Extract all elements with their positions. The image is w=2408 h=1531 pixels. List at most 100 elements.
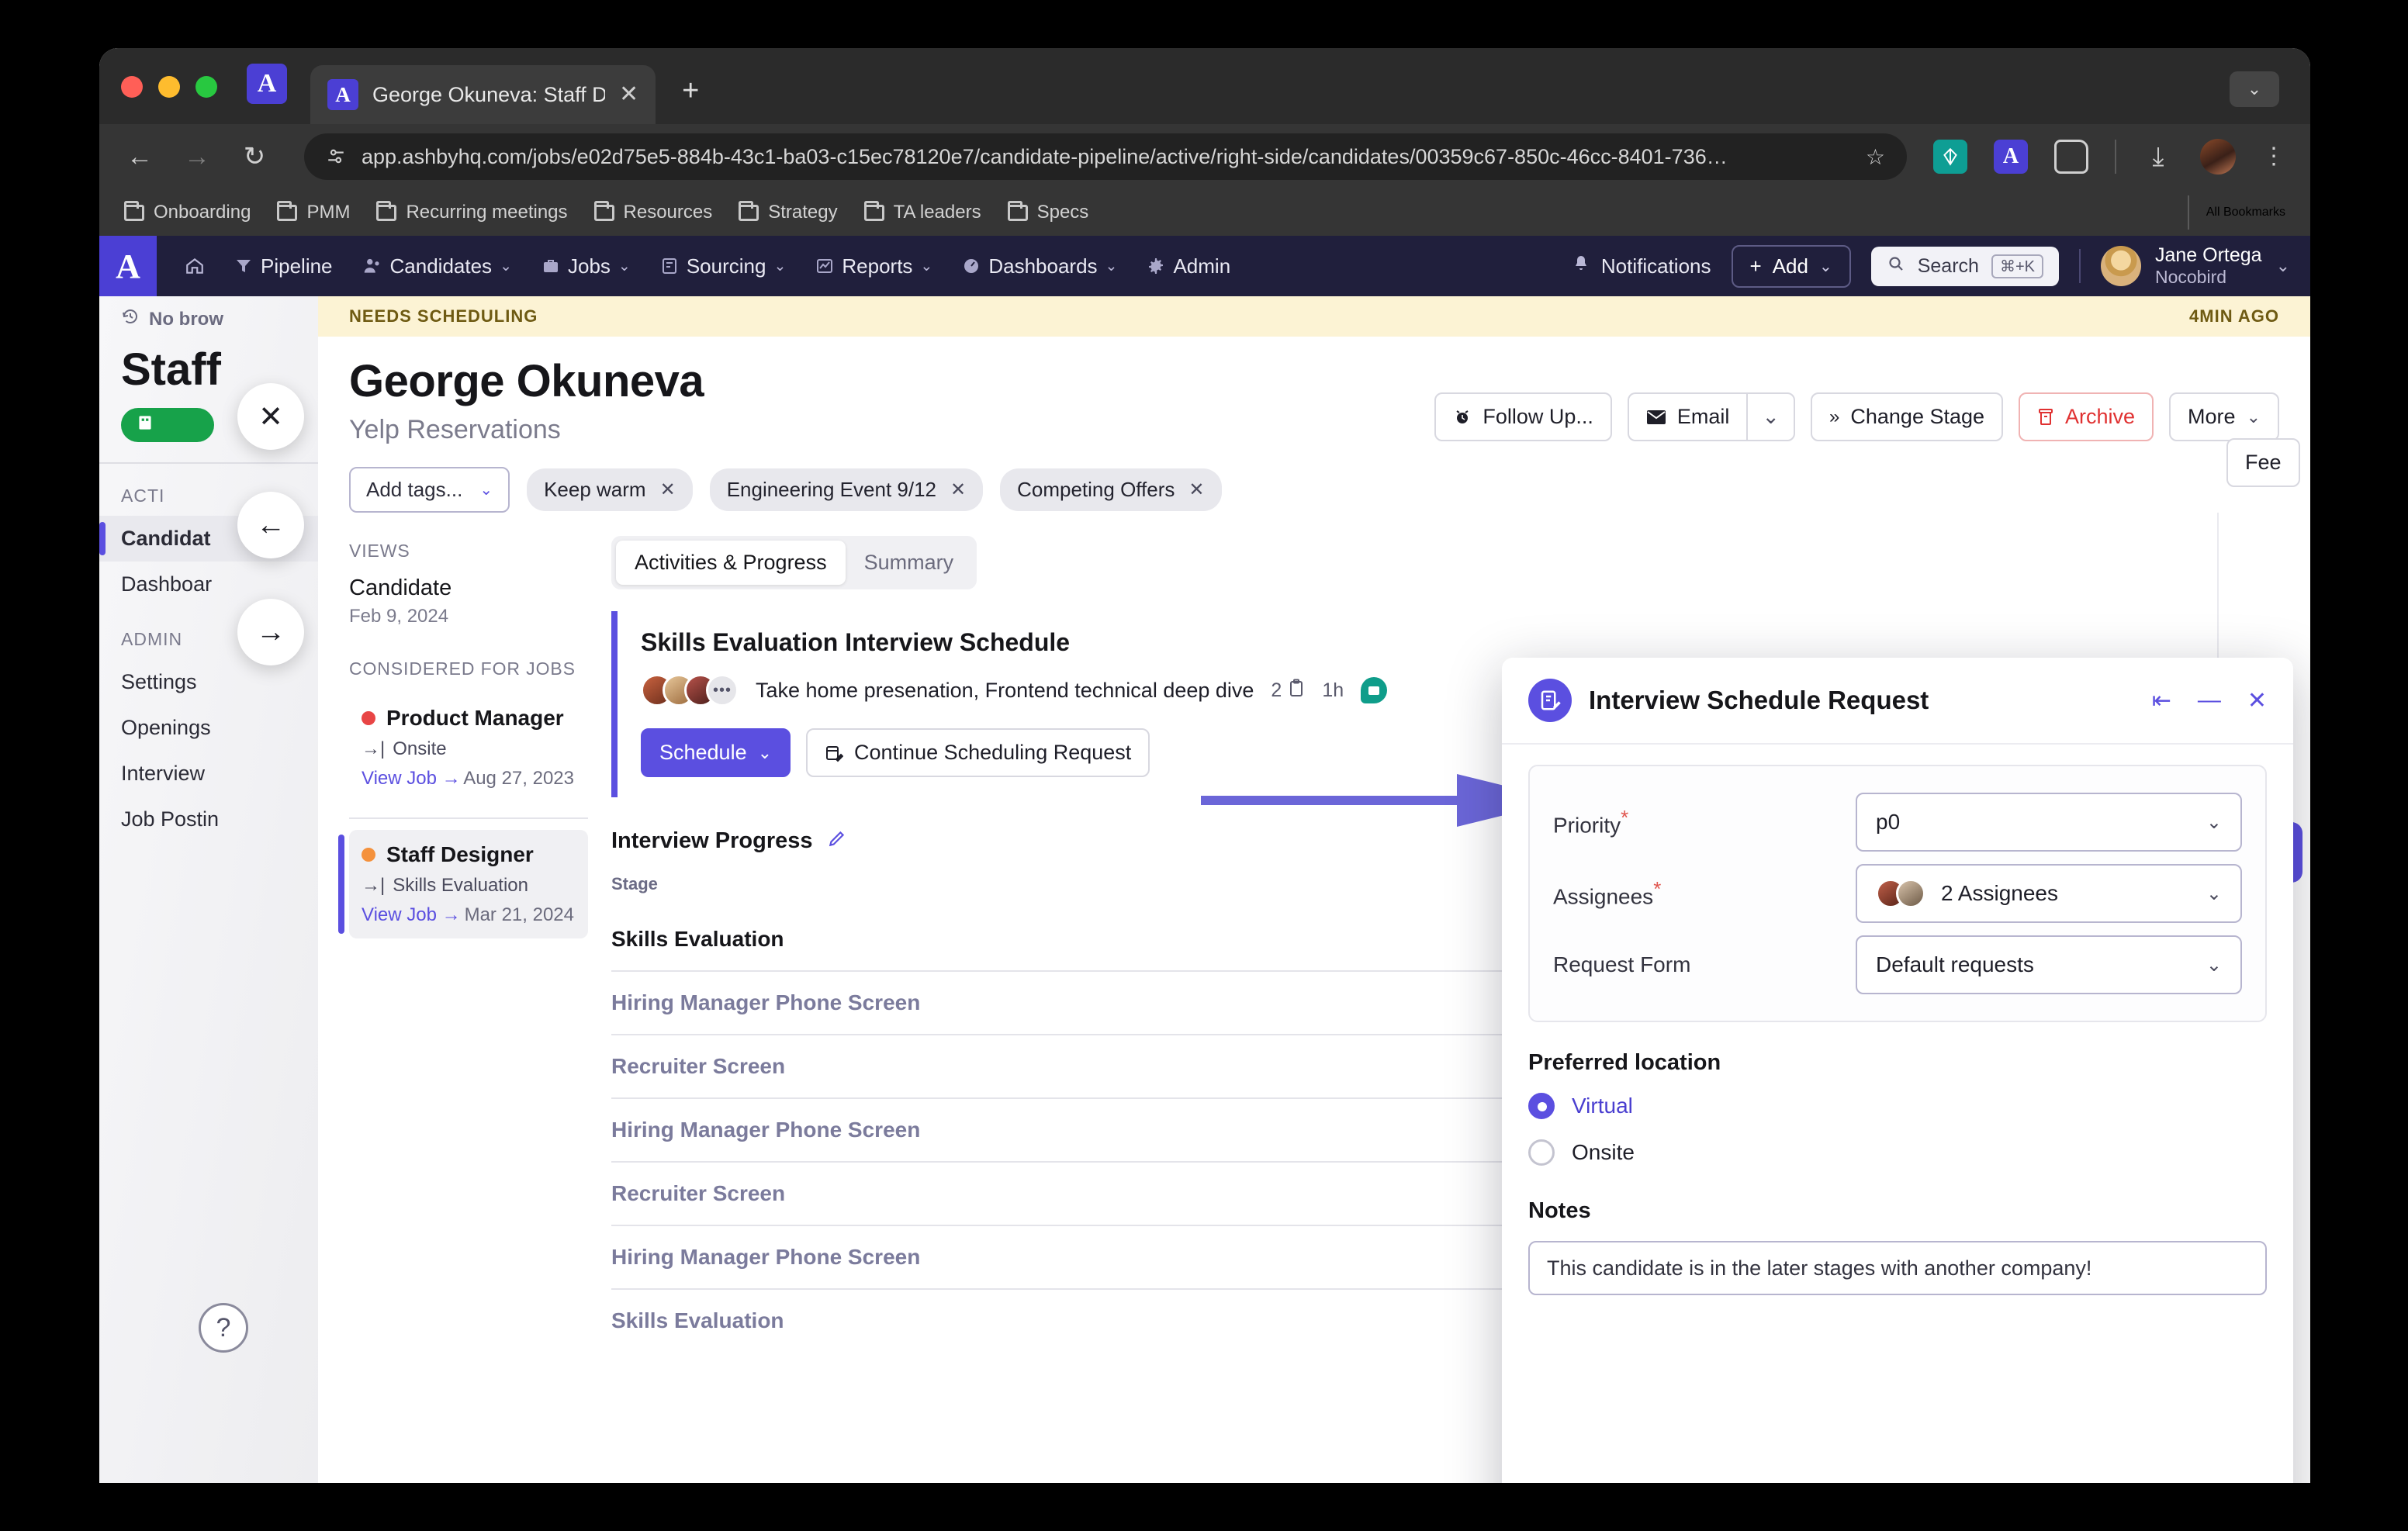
bookmark-label: Strategy <box>768 202 838 223</box>
chevron-down-icon[interactable]: ⌄ <box>2230 71 2279 107</box>
gem-extension-icon[interactable] <box>1933 140 1967 174</box>
ashby-logo-icon[interactable]: A <box>99 236 157 296</box>
close-icon[interactable]: ✕ <box>1188 479 1204 501</box>
background-item-settings[interactable]: Settings <box>99 659 355 705</box>
download-icon[interactable]: ⤓ <box>2143 143 2174 170</box>
background-item-candidates[interactable]: Candidat <box>99 516 355 562</box>
close-icon[interactable]: ✕ <box>2247 687 2267 714</box>
all-bookmarks-button[interactable]: All Bookmarks <box>2187 195 2285 230</box>
browser-menu-icon[interactable]: ⋮ <box>2262 145 2285 168</box>
ashby-extension-icon[interactable]: A <box>1994 140 2028 174</box>
new-tab-button[interactable]: + <box>682 76 699 105</box>
more-button[interactable]: More ⌄ <box>2169 392 2279 441</box>
next-candidate-button[interactable]: → <box>237 599 304 665</box>
bookmark-star-icon[interactable]: ☆ <box>1866 144 1885 170</box>
chevron-down-icon: ⌄ <box>2206 954 2222 976</box>
help-button[interactable]: ? <box>199 1303 248 1353</box>
bookmark-ta-leaders[interactable]: TA leaders <box>863 200 981 223</box>
minimize-window-button[interactable] <box>158 76 180 98</box>
pencil-icon[interactable] <box>827 828 847 854</box>
bookmark-pmm[interactable]: PMM <box>277 200 350 223</box>
view-job-link[interactable]: View Job → <box>362 768 461 790</box>
request-form-select[interactable]: Default requests ⌄ <box>1856 935 2242 994</box>
nav-dashboards[interactable]: Dashboards ⌄ <box>951 247 1128 286</box>
tune-icon[interactable] <box>326 147 346 167</box>
follow-up-button[interactable]: Follow Up... <box>1434 392 1612 441</box>
radio-virtual[interactable]: Virtual <box>1528 1093 2267 1119</box>
background-item-interview[interactable]: Interview <box>99 751 355 797</box>
clipboard-extension-icon[interactable] <box>2054 140 2088 174</box>
reload-icon[interactable]: ↻ <box>239 143 270 170</box>
nav-reports[interactable]: Reports ⌄ <box>804 247 943 286</box>
view-job-link[interactable]: View Job → <box>362 904 461 926</box>
browser-tab-active[interactable]: A George Okuneva: Staff Desig ✕ <box>310 65 656 124</box>
tag-keep-warm[interactable]: Keep warm ✕ <box>527 468 693 511</box>
radio-onsite[interactable]: Onsite <box>1528 1139 2267 1166</box>
interview-duration: 1h <box>1322 679 1344 701</box>
tag-engineering-event[interactable]: Engineering Event 9/12 ✕ <box>709 468 984 511</box>
nav-sourcing[interactable]: Sourcing ⌄ <box>649 247 797 286</box>
tab-summary[interactable]: Summary <box>846 541 973 585</box>
nav-pipeline[interactable]: Pipeline <box>223 247 344 286</box>
label-text: Priority <box>1553 813 1621 838</box>
address-bar[interactable]: app.ashbyhq.com/jobs/e02d75e5-884b-43c1-… <box>304 133 1907 180</box>
pinned-tab-ashby[interactable]: A <box>247 64 287 104</box>
notifications-button[interactable]: Notifications <box>1572 254 1711 279</box>
radio-button[interactable] <box>1528 1139 1555 1166</box>
maximize-window-button[interactable] <box>195 76 217 98</box>
close-icon[interactable]: ✕ <box>950 479 966 501</box>
view-item-candidate[interactable]: Candidate Feb 9, 2024 <box>349 575 588 627</box>
add-button[interactable]: + Add ⌄ <box>1731 244 1851 288</box>
browser-tabstrip: A A George Okuneva: Staff Desig ✕ + ⌄ <box>99 48 2310 124</box>
change-stage-button[interactable]: » Change Stage <box>1811 392 2004 441</box>
tab-activities-progress[interactable]: Activities & Progress <box>616 541 846 585</box>
schedule-button[interactable]: Schedule ⌄ <box>641 728 791 777</box>
close-overlay-button[interactable]: ✕ <box>237 383 304 450</box>
search-button[interactable]: Search ⌘+K <box>1870 246 2059 286</box>
field-assignees: Assignees* 2 Assignees ⌄ <box>1553 858 2242 929</box>
close-window-button[interactable] <box>121 76 143 98</box>
job-card-staff-designer[interactable]: Staff Designer →| Skills Evaluation View… <box>338 830 588 938</box>
background-item-dashboard[interactable]: Dashboar <box>99 562 355 607</box>
bookmark-resources[interactable]: Resources <box>593 200 712 223</box>
nav-jobs[interactable]: Jobs ⌄ <box>531 247 642 286</box>
archive-button[interactable]: Archive <box>2019 392 2154 441</box>
assignees-select[interactable]: 2 Assignees ⌄ <box>1856 864 2242 923</box>
nav-home[interactable] <box>174 248 216 284</box>
stage-arrow-icon: →| <box>362 738 386 759</box>
chevron-down-icon: ⌄ <box>1105 257 1118 275</box>
email-button[interactable]: Email <box>1627 392 1747 441</box>
tag-competing-offers[interactable]: Competing Offers ✕ <box>1000 468 1222 511</box>
browser-toolbar: ← → ↻ app.ashbyhq.com/jobs/e02d75e5-884b… <box>99 124 2310 189</box>
add-tags-dropdown[interactable]: Add tags... ⌄ <box>349 467 510 513</box>
continue-scheduling-request-button[interactable]: Continue Scheduling Request <box>806 728 1150 777</box>
background-item-openings[interactable]: Openings <box>99 705 355 751</box>
bookmark-strategy[interactable]: Strategy <box>739 200 838 223</box>
notes-input[interactable]: This candidate is in the later stages wi… <box>1528 1241 2267 1295</box>
job-status-pill[interactable] <box>121 408 214 442</box>
forward-icon[interactable]: → <box>182 143 213 170</box>
bookmark-recurring-meetings[interactable]: Recurring meetings <box>376 200 568 223</box>
radio-button[interactable] <box>1528 1093 1555 1119</box>
email-dropdown-button[interactable]: ⌄ <box>1746 392 1796 441</box>
browser-profile-avatar[interactable] <box>2200 139 2236 175</box>
close-icon[interactable]: ✕ <box>660 479 676 501</box>
job-stage: →| Onsite <box>362 738 574 760</box>
priority-select[interactable]: p0 ⌄ <box>1856 793 2242 852</box>
minimize-icon[interactable]: — <box>2198 687 2221 714</box>
nav-candidates[interactable]: Candidates ⌄ <box>351 247 523 286</box>
interviewer-facepile[interactable]: ••• <box>641 674 739 707</box>
tab-feedback[interactable]: Fee <box>2226 438 2300 487</box>
job-card-product-manager[interactable]: Product Manager →| Onsite View Job → Aug… <box>349 693 588 802</box>
tab-title: George Okuneva: Staff Desig <box>372 82 605 106</box>
bookmark-specs[interactable]: Specs <box>1007 200 1088 223</box>
collapse-icon[interactable]: ⇤ <box>2152 687 2171 714</box>
previous-candidate-button[interactable]: ← <box>237 492 304 558</box>
button-label: Archive <box>2065 405 2136 428</box>
user-menu[interactable]: Jane Ortega Nocobird ⌄ <box>2100 244 2290 287</box>
bookmark-onboarding[interactable]: Onboarding <box>124 200 251 223</box>
back-icon[interactable]: ← <box>124 143 155 170</box>
background-item-job-postings[interactable]: Job Postin <box>99 797 355 842</box>
close-icon[interactable]: ✕ <box>619 83 638 106</box>
nav-admin[interactable]: Admin <box>1136 247 1241 286</box>
